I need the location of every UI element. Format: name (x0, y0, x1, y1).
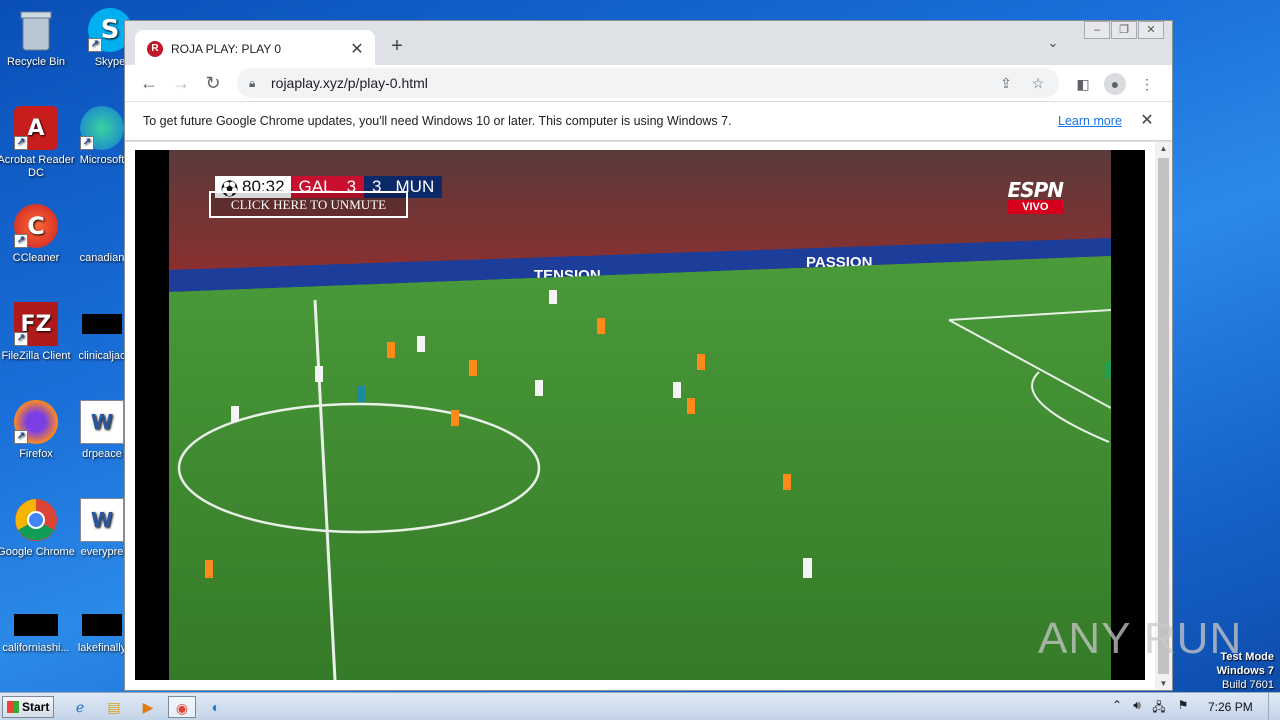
share-icon[interactable]: ⇪ (995, 75, 1017, 92)
url-text[interactable]: rojaplay.xyz/p/play-0.html (271, 75, 995, 91)
browser-tab[interactable]: R ROJA PLAY: PLAY 0 ✕ (135, 30, 375, 67)
page-viewport: TENSION PASSION ⚽︎ 80:32 GAL 3 3 MUN CLI… (125, 142, 1155, 690)
start-label: Start (22, 700, 50, 714)
watermark-line: Windows 7 (1216, 665, 1274, 677)
back-button[interactable]: ← (137, 71, 161, 95)
video-frame[interactable]: TENSION PASSION ⚽︎ 80:32 GAL 3 3 MUN CLI… (169, 150, 1111, 680)
start-button[interactable]: Start (2, 696, 54, 718)
espn-logo: ESPN VIVO (1007, 178, 1064, 214)
scrollbar-thumb[interactable] (1158, 158, 1169, 674)
network-icon[interactable]: 🖧 (1150, 698, 1168, 719)
word-document-icon: W (80, 400, 124, 444)
side-panel-icon[interactable]: ◧ (1072, 73, 1094, 95)
taskbar-media-player-icon[interactable]: ▶ (136, 696, 160, 718)
taskbar-ie-icon[interactable]: ℯ (68, 696, 92, 718)
vivo-badge: VIVO (1007, 200, 1063, 214)
new-tab-button[interactable]: + (387, 35, 407, 57)
tab-search-chevron-icon[interactable]: ⌄ (1043, 35, 1063, 55)
taskbar-explorer-icon[interactable]: ▤ (102, 696, 126, 718)
acrobat-icon: A ↗ (14, 106, 58, 150)
tab-strip: R ROJA PLAY: PLAY 0 ✕ + ⌄ – ❐ ✕ (125, 21, 1172, 67)
firefox-icon: ↗ (14, 400, 58, 444)
update-infobar: To get future Google Chrome updates, you… (125, 101, 1172, 141)
window-controls: – ❐ ✕ (1083, 21, 1164, 39)
reload-button[interactable]: ↻ (201, 71, 225, 95)
taskbar: Start ℯ ▤ ▶ ◉ ◐ ⌃ 🔊︎ 🖧 ⚑ 7:26 PM (0, 692, 1280, 720)
taskbar-edge-icon[interactable]: ◐ (204, 696, 228, 718)
tray-expand-icon[interactable]: ⌃ (1108, 698, 1126, 712)
black-file-icon (80, 302, 124, 346)
show-desktop-button[interactable] (1268, 693, 1280, 720)
edge-icon: ↗ (80, 106, 124, 150)
lock-icon[interactable]: 🔒︎ (249, 76, 261, 91)
video-player[interactable]: TENSION PASSION ⚽︎ 80:32 GAL 3 3 MUN CLI… (135, 150, 1145, 680)
unmute-button[interactable]: CLICK HERE TO UNMUTE (209, 191, 408, 218)
forward-button[interactable]: → (169, 71, 193, 95)
scroll-down-arrow-icon[interactable]: ▼ (1155, 679, 1172, 688)
address-bar[interactable]: 🔒︎ rojaplay.xyz/p/play-0.html ⇪ ☆ (237, 68, 1059, 98)
action-center-flag-icon[interactable]: ⚑ (1174, 698, 1192, 712)
windows-flag-icon (7, 701, 19, 713)
rojaplay-favicon-icon: R (147, 40, 163, 57)
infobar-close-icon[interactable]: ✕ (1137, 110, 1157, 130)
scroll-up-arrow-icon[interactable]: ▲ (1155, 144, 1172, 153)
football-pitch-scene: TENSION PASSION (169, 150, 1111, 680)
document-icon (80, 204, 124, 248)
minimize-button[interactable]: – (1084, 21, 1110, 39)
bookmark-star-icon[interactable]: ☆ (1027, 75, 1049, 92)
anyrun-watermark: ANY RUN (1038, 614, 1243, 663)
chrome-window: R ROJA PLAY: PLAY 0 ✕ + ⌄ – ❐ ✕ ← → ↻ 🔒︎… (124, 20, 1173, 691)
taskbar-chrome-icon[interactable]: ◉ (168, 696, 196, 718)
filezilla-icon: FZ ↗ (14, 302, 58, 346)
tab-title: ROJA PLAY: PLAY 0 (171, 41, 282, 56)
profile-avatar-icon[interactable]: ● (1104, 73, 1126, 95)
volume-icon[interactable]: 🔊︎ (1128, 698, 1146, 713)
taskbar-clock[interactable]: 7:26 PM (1208, 700, 1253, 714)
menu-kebab-icon[interactable]: ⋮ (1136, 73, 1158, 95)
ccleaner-icon: C ↗ (14, 204, 58, 248)
black-file-icon (14, 612, 58, 638)
infobar-message: To get future Google Chrome updates, you… (143, 114, 732, 128)
desktop-icon-recycle-bin[interactable]: Recycle Bin (0, 8, 76, 69)
close-window-button[interactable]: ✕ (1138, 21, 1164, 39)
recycle-bin-icon (14, 8, 58, 52)
tab-close-icon[interactable]: ✕ (347, 39, 367, 59)
restore-button[interactable]: ❐ (1111, 21, 1137, 39)
espn-brand: ESPN (1007, 178, 1064, 202)
black-file-icon (80, 612, 124, 638)
desktop-icon-label: Recycle Bin (6, 56, 66, 68)
learn-more-link[interactable]: Learn more (1058, 114, 1122, 128)
vertical-scrollbar[interactable]: ▲ ▼ (1155, 142, 1172, 690)
chrome-icon (14, 498, 58, 542)
word-document-icon: W (80, 498, 124, 542)
browser-toolbar: ← → ↻ 🔒︎ rojaplay.xyz/p/play-0.html ⇪ ☆ … (125, 65, 1172, 101)
watermark-line: Build 7601 (1222, 679, 1274, 691)
